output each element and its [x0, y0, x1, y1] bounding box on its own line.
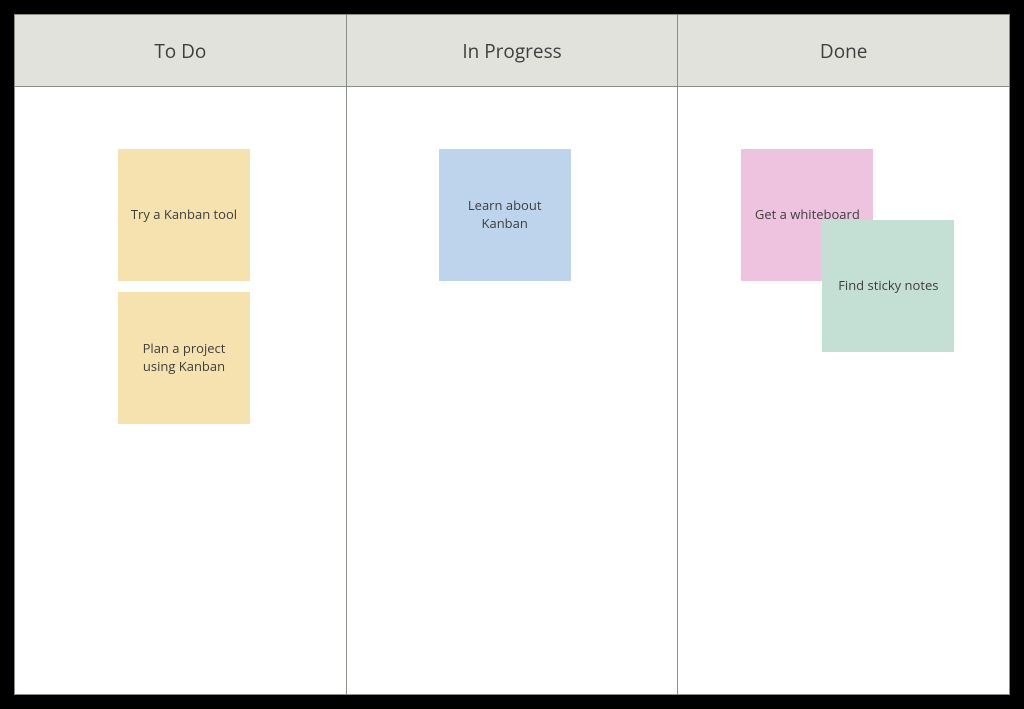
column-header-done: Done: [678, 15, 1009, 86]
card-plan-project[interactable]: Plan a project using Kanban: [118, 292, 250, 424]
card-learn-kanban[interactable]: Learn about Kanban: [439, 149, 571, 281]
column-title: To Do: [154, 38, 206, 64]
card-text: Find sticky notes: [838, 277, 938, 295]
lane-inprogress[interactable]: Learn about Kanban: [347, 87, 679, 694]
card-text: Try a Kanban tool: [131, 206, 237, 224]
lane-todo[interactable]: Try a Kanban tool Plan a project using K…: [15, 87, 347, 694]
card-find-sticky-notes[interactable]: Find sticky notes: [822, 220, 954, 352]
column-title: In Progress: [462, 38, 561, 64]
card-try-kanban-tool[interactable]: Try a Kanban tool: [118, 149, 250, 281]
lanes: Try a Kanban tool Plan a project using K…: [15, 87, 1009, 694]
column-title: Done: [820, 38, 868, 64]
lane-done[interactable]: Get a whiteboard Find sticky notes: [678, 87, 1009, 694]
kanban-board: To Do In Progress Done Try a Kanban tool…: [14, 14, 1010, 695]
column-headers: To Do In Progress Done: [15, 15, 1009, 87]
column-header-todo: To Do: [15, 15, 347, 86]
column-header-inprogress: In Progress: [347, 15, 679, 86]
card-text: Plan a project using Kanban: [128, 340, 240, 375]
card-text: Learn about Kanban: [449, 197, 561, 232]
